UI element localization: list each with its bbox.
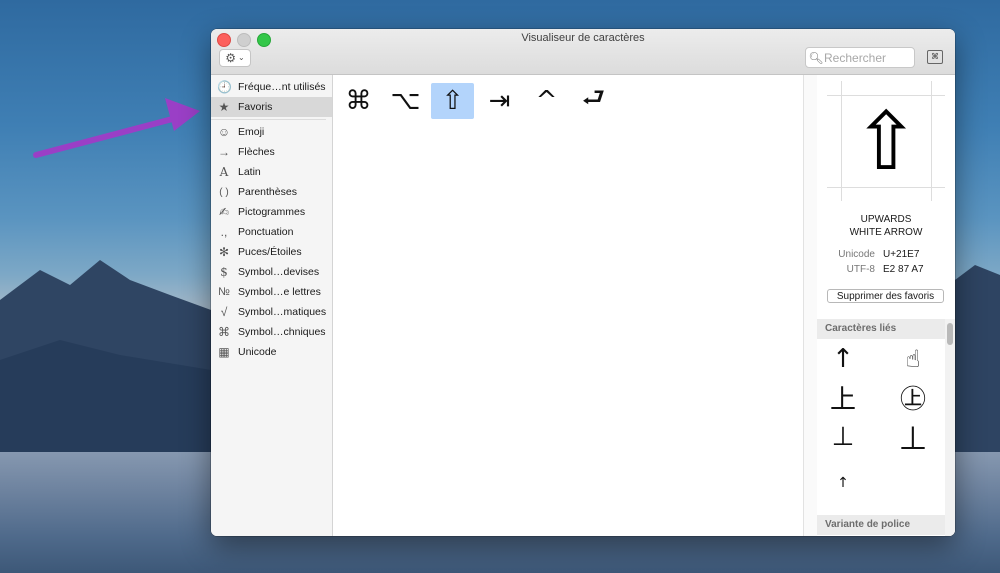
sidebar-item-frequent[interactable]: 🕘 Fréque…nt utilisés [211, 77, 332, 97]
utf8-row: UTF-8 E2 87 A7 [846, 264, 924, 275]
sidebar-item-label: Favoris [238, 101, 273, 113]
related-character[interactable]: 上 [823, 379, 863, 415]
sidebar-item-label: Symbol…devises [238, 266, 320, 278]
related-character[interactable]: ↑ [823, 341, 863, 377]
related-character[interactable]: ☝ [893, 341, 933, 377]
sidebar-item-label: Symbol…chniques [238, 326, 326, 338]
related-character[interactable]: ⊥ [823, 419, 863, 455]
star-icon: ★ [218, 100, 230, 114]
square-root-icon: √ [220, 305, 228, 319]
grid-scrollbar[interactable] [803, 75, 818, 536]
character-viewer-window: Visualiseur de caractères ⚙ ⌄ 🔍︎ ⌘ 🕘 Fré… [211, 29, 955, 536]
sidebar-item-bullets-stars[interactable]: ✻ Puces/Étoiles [211, 242, 332, 262]
inspector-scrollbar[interactable] [945, 319, 955, 536]
search-input[interactable] [824, 50, 908, 65]
font-variation-header[interactable]: Variante de police [817, 515, 945, 535]
keyboard-viewer-button[interactable]: ⌘ [927, 50, 943, 64]
window-title: Visualiseur de caractères [521, 32, 645, 44]
sidebar-item-label: Flèches [238, 146, 275, 158]
unicode-row: Unicode U+21E7 [838, 249, 920, 260]
asterisk-icon: ✻ [218, 245, 230, 259]
command-icon: ⌘ [218, 325, 230, 339]
sidebar-item-letterlike[interactable]: № Symbol…e lettres [211, 282, 332, 302]
unicode-grid-icon: ▦ [218, 345, 230, 359]
clock-icon: 🕘 [217, 80, 232, 94]
character-cell[interactable]: ⌥ [384, 83, 427, 119]
character-cell-selected[interactable]: ⇧ [431, 83, 474, 119]
search-field[interactable]: 🔍︎ [805, 47, 915, 68]
related-character[interactable]: ㊤ [893, 379, 933, 415]
gear-icon: ⚙ [225, 51, 237, 65]
sidebar-item-label: Puces/Étoiles [238, 246, 302, 258]
sidebar-item-emoji[interactable]: ☺ Emoji [211, 122, 332, 142]
sidebar-item-latin[interactable]: A Latin [211, 162, 332, 182]
sidebar-item-currency[interactable]: $ Symbol…devises [211, 262, 332, 282]
character-name: UPWARDS WHITE ARROW [849, 214, 923, 238]
character-grid: ⌘ ⌥ ⇧ ⇥ ^ ⮐ [333, 75, 803, 536]
category-sidebar: 🕘 Fréque…nt utilisés ★ Favoris ☺ Emoji →… [211, 75, 333, 536]
remove-from-favorites-button[interactable]: Supprimer des favoris [827, 289, 944, 303]
sidebar-item-math[interactable]: √ Symbol…matiques [211, 302, 332, 322]
latin-letter-icon: A [219, 165, 229, 179]
writing-hand-icon: ✍ [218, 205, 230, 219]
numero-icon: № [218, 286, 230, 298]
character-cell[interactable]: ⇥ [478, 83, 521, 119]
sidebar-item-label: Fréque…nt utilisés [238, 81, 326, 93]
parentheses-icon: ( ) [219, 186, 229, 198]
sidebar-item-label: Emoji [238, 126, 265, 138]
chevron-down-icon: ⌄ [238, 53, 245, 62]
sidebar-divider [211, 119, 326, 120]
sidebar-item-label: Pictogrammes [238, 206, 306, 218]
related-characters-list: ↑ ☝ 上 ㊤ ⊥ 丄 ↑ [817, 339, 945, 513]
character-cell[interactable]: ⌘ [337, 83, 380, 119]
sidebar-item-pictographs[interactable]: ✍ Pictogrammes [211, 202, 332, 222]
scrollbar-thumb[interactable] [947, 323, 953, 345]
punctuation-icon: ., [220, 225, 228, 239]
glyph-preview: ⇧ [827, 81, 945, 201]
large-glyph: ⇧ [852, 94, 920, 188]
sidebar-item-brackets[interactable]: ( ) Parenthèses [211, 182, 332, 202]
sidebar-item-label: Symbol…matiques [238, 306, 327, 318]
character-cell[interactable]: ^ [525, 83, 568, 119]
sidebar-item-label: Ponctuation [238, 226, 294, 238]
sidebar-item-label: Parenthèses [238, 186, 297, 198]
sidebar-item-punctuation[interactable]: ., Ponctuation [211, 222, 332, 242]
related-characters-header[interactable]: Caractères liés [817, 319, 945, 339]
sidebar-item-label: Latin [238, 166, 261, 178]
related-character[interactable]: ↑ [823, 465, 863, 501]
related-character[interactable]: 丄 [893, 419, 933, 455]
search-icon: 🔍︎ [808, 50, 824, 65]
sidebar-item-unicode[interactable]: ▦ Unicode [211, 342, 332, 362]
dollar-icon: $ [220, 265, 228, 279]
sidebar-item-label: Symbol…e lettres [238, 286, 321, 298]
sidebar-item-label: Unicode [238, 346, 277, 358]
smiley-icon: ☺ [217, 125, 231, 139]
character-inspector: ⇧ UPWARDS WHITE ARROW Unicode U+21E7 UTF… [817, 75, 955, 536]
character-cell[interactable]: ⮐ [572, 83, 615, 119]
titlebar: Visualiseur de caractères ⚙ ⌄ 🔍︎ ⌘ [211, 29, 955, 75]
sidebar-item-technical[interactable]: ⌘ Symbol…chniques [211, 322, 332, 342]
sidebar-item-arrows[interactable]: → Flèches [211, 142, 332, 162]
arrow-icon: → [218, 145, 230, 159]
sidebar-item-favorites[interactable]: ★ Favoris [211, 97, 332, 117]
action-menu-button[interactable]: ⚙ ⌄ [219, 49, 251, 67]
